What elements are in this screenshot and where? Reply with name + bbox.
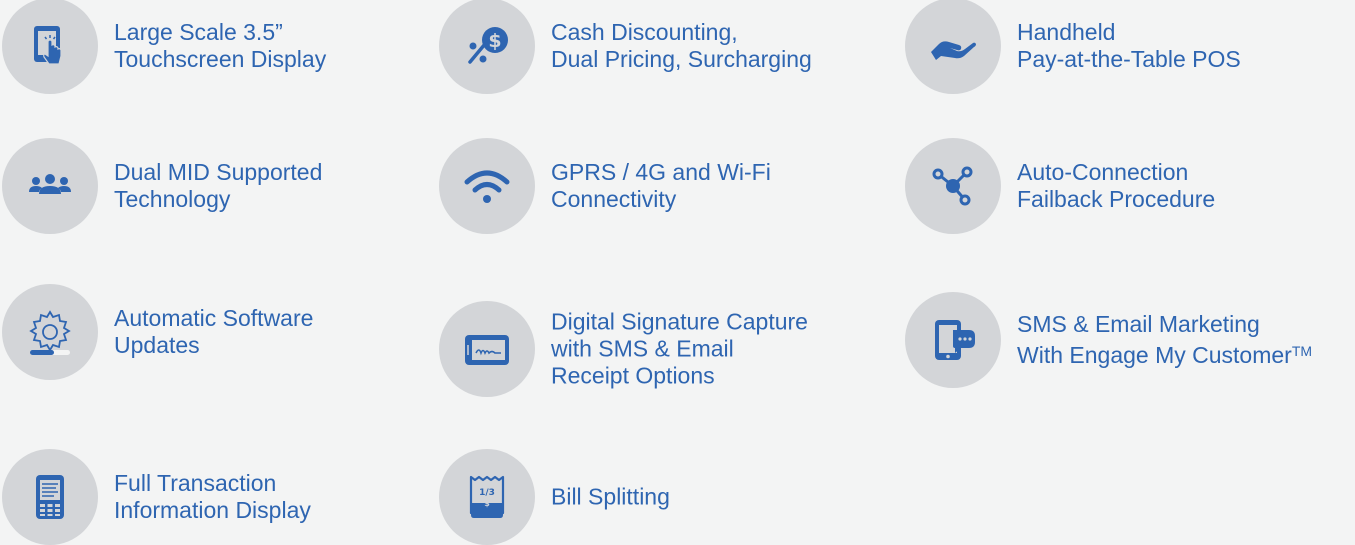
feature-label: Auto-Connection Failback Procedure (1017, 159, 1215, 213)
label-line: Updates (114, 332, 200, 358)
feature-label: Full Transaction Information Display (114, 470, 311, 524)
icon-circle (2, 284, 98, 380)
label-line: Handheld (1017, 19, 1116, 45)
label-line: Failback Procedure (1017, 186, 1216, 212)
feature-label: SMS & Email Marketing With Engage My Cus… (1017, 311, 1312, 369)
label-line: Information Display (114, 497, 311, 523)
label-line-text: With Engage My Customer (1017, 342, 1292, 368)
feature-label: Bill Splitting (551, 484, 670, 511)
terminal-display-icon (36, 475, 64, 519)
icon-circle (905, 0, 1001, 94)
percent-dollar-icon: $ (468, 27, 508, 64)
wifi-icon (464, 170, 510, 203)
icon-circle: $ (439, 0, 535, 94)
label-line: Pay-at-the-Table POS (1017, 46, 1241, 72)
label-line: Receipt Options (551, 362, 715, 389)
label-line: SMS & Email Marketing (1017, 311, 1260, 337)
feature-label: Digital Signature Capture with SMS & Ema… (551, 309, 808, 390)
receipt-fraction: 1/3 (479, 488, 495, 498)
icon-circle (2, 138, 98, 234)
label-line: with SMS & Email (551, 335, 734, 362)
feature-label: GPRS / 4G and Wi-Fi Connectivity (551, 159, 771, 213)
label-line: Auto-Connection (1017, 159, 1189, 185)
label-line: Touchscreen Display (114, 46, 327, 72)
feature-label: Dual MID Supported Technology (114, 159, 322, 213)
receipt-dollar: $ (484, 499, 490, 508)
features-grid: Large Scale 3.5” Touchscreen Display $ C… (0, 0, 1355, 545)
label-line: Full Transaction (114, 470, 277, 496)
label-line: Connectivity (551, 186, 677, 212)
label-line: Dual Pricing, Surcharging (551, 46, 812, 72)
icon-circle: 1/3 $ (439, 449, 535, 545)
label-line: Dual MID Supported (114, 159, 323, 185)
svg-text:$: $ (488, 30, 501, 52)
feature-label: Automatic Software Updates (114, 305, 313, 359)
label-line: GPRS / 4G and Wi-Fi (551, 159, 771, 185)
label-line: Large Scale 3.5” (114, 19, 283, 45)
icon-circle (2, 449, 98, 545)
label-line: Automatic Software (114, 305, 314, 331)
trademark-mark: TM (1291, 343, 1313, 359)
users-icon (29, 174, 71, 194)
label-line: Bill Splitting (551, 483, 670, 510)
gear-update-icon (29, 310, 71, 355)
network-nodes-icon (932, 166, 973, 206)
label-line: Technology (114, 186, 231, 212)
label-line: Cash Discounting, (551, 19, 738, 45)
icon-circle (439, 138, 535, 234)
label-line: With Engage My CustomerTM (1017, 338, 1312, 369)
icon-circle (905, 138, 1001, 234)
icon-circle (439, 301, 535, 397)
phone-chat-icon (935, 320, 975, 360)
hand-icon (931, 41, 976, 60)
icon-circle (905, 292, 1001, 388)
label-line: Digital Signature Capture (551, 308, 808, 335)
feature-label: Handheld Pay-at-the-Table POS (1017, 19, 1241, 73)
icon-circle (2, 0, 98, 94)
feature-label: Cash Discounting, Dual Pricing, Surcharg… (551, 19, 812, 73)
feature-label: Large Scale 3.5” Touchscreen Display (114, 19, 326, 73)
touchscreen-icon (34, 26, 62, 65)
signature-tablet-icon (465, 335, 509, 365)
bill-split-icon: 1/3 $ (469, 475, 505, 518)
